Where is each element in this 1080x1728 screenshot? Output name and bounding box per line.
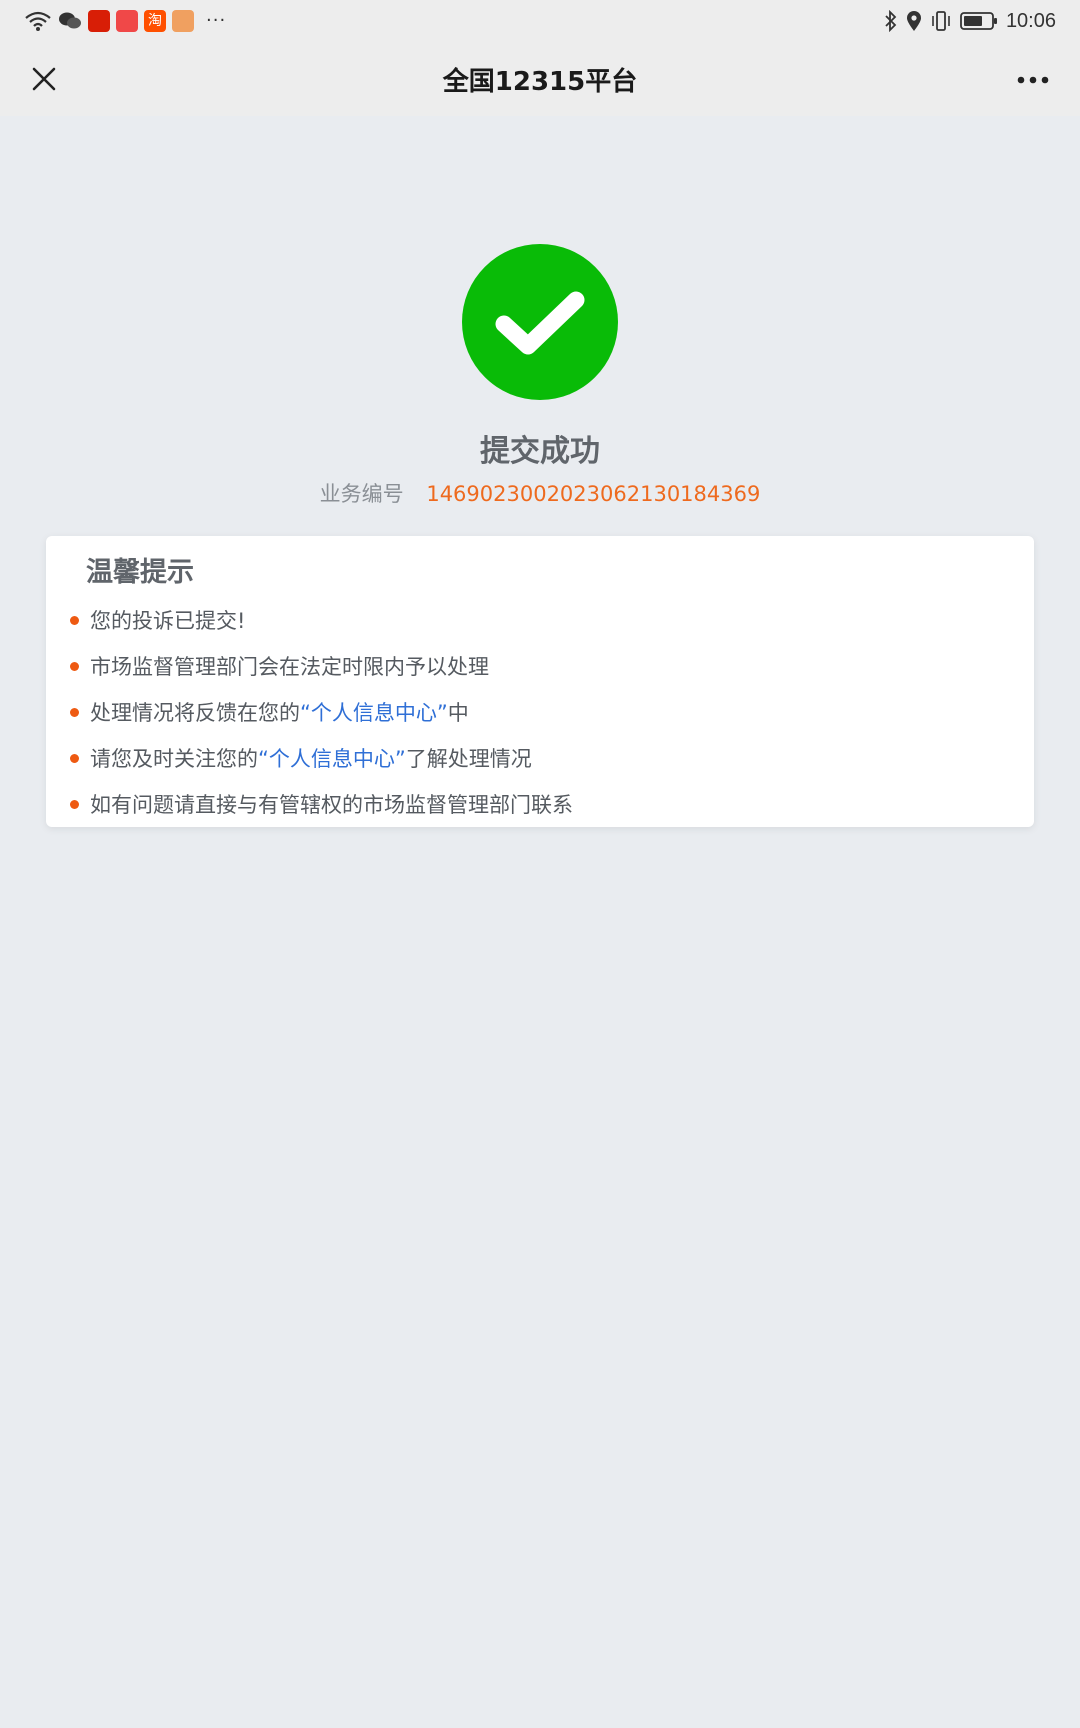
bullet-dot bbox=[70, 662, 79, 671]
personal-center-link[interactable]: “个人信息中心” bbox=[300, 701, 448, 725]
tip-text: 处理情况将反馈在您的 bbox=[90, 701, 300, 725]
business-number-row: 业务编号 14690230020230621301843​69 bbox=[0, 478, 1080, 508]
result-title: 提交成功 bbox=[480, 434, 600, 469]
page-title: 全国12315平台 bbox=[442, 67, 638, 97]
status-more: ··· bbox=[206, 10, 227, 31]
more-icon bbox=[1017, 76, 1049, 84]
status-bar: 淘 ··· 10:06 bbox=[0, 0, 1080, 42]
notice-card: 温馨提示 您的投诉已提交! 市场监督管理部门会在法定时限内予以处理 处理情况将反… bbox=[46, 536, 1034, 827]
status-left-icons: 淘 ··· bbox=[24, 8, 226, 34]
status-right-icons: 10:06 bbox=[884, 7, 1056, 35]
status-time: 10:06 bbox=[1005, 9, 1056, 32]
more-button[interactable] bbox=[1008, 60, 1058, 100]
nav-bar: 全国12315平台 bbox=[0, 42, 1080, 116]
tip-text: 您的投诉已提交! bbox=[90, 609, 246, 633]
tip-text: 如有问题请直接与有管辖权的市场监督管理部门联系 bbox=[90, 793, 573, 817]
taobao-icon: 淘 bbox=[144, 10, 166, 32]
bullet-dot bbox=[70, 708, 79, 717]
tip-text: 市场监督管理部门会在法定时限内予以处理 bbox=[90, 655, 489, 679]
list-item: 请您及时关注您的“个人信息中心”了解处理情况 bbox=[46, 736, 1034, 782]
app-red-icon bbox=[88, 10, 110, 32]
business-number-label: 业务编号 bbox=[319, 482, 404, 506]
list-item: 您的投诉已提交! bbox=[46, 598, 1034, 644]
vibrate-icon bbox=[932, 11, 950, 31]
business-number-value: 14690230020230621301843​69 bbox=[426, 482, 761, 506]
message-icon bbox=[172, 10, 194, 32]
location-icon bbox=[906, 11, 921, 31]
check-circle-icon bbox=[462, 244, 618, 400]
notice-title: 温馨提示 bbox=[86, 557, 194, 588]
list-item: 如有问题请直接与有管辖权的市场监督管理部门联系 bbox=[46, 782, 1034, 828]
app-red-icon bbox=[116, 10, 138, 32]
personal-center-link[interactable]: “个人信息中心” bbox=[258, 747, 406, 771]
tip-text: 了解处理情况 bbox=[405, 747, 532, 771]
bluetooth-icon bbox=[885, 10, 897, 32]
bullet-dot bbox=[70, 616, 79, 625]
list-item: 处理情况将反馈在您的“个人信息中心”中 bbox=[46, 690, 1034, 736]
wifi-icon bbox=[25, 11, 51, 31]
bullet-dot bbox=[70, 754, 79, 763]
tip-text: 中 bbox=[447, 701, 469, 725]
battery-icon bbox=[960, 12, 997, 30]
tip-text: 请您及时关注您的 bbox=[90, 747, 258, 771]
wechat-icon bbox=[59, 12, 81, 29]
bullet-dot bbox=[70, 800, 79, 809]
notice-tips: 您的投诉已提交! 市场监督管理部门会在法定时限内予以处理 处理情况将反馈在您的“… bbox=[46, 598, 1034, 828]
list-item: 市场监督管理部门会在法定时限内予以处理 bbox=[46, 644, 1034, 690]
